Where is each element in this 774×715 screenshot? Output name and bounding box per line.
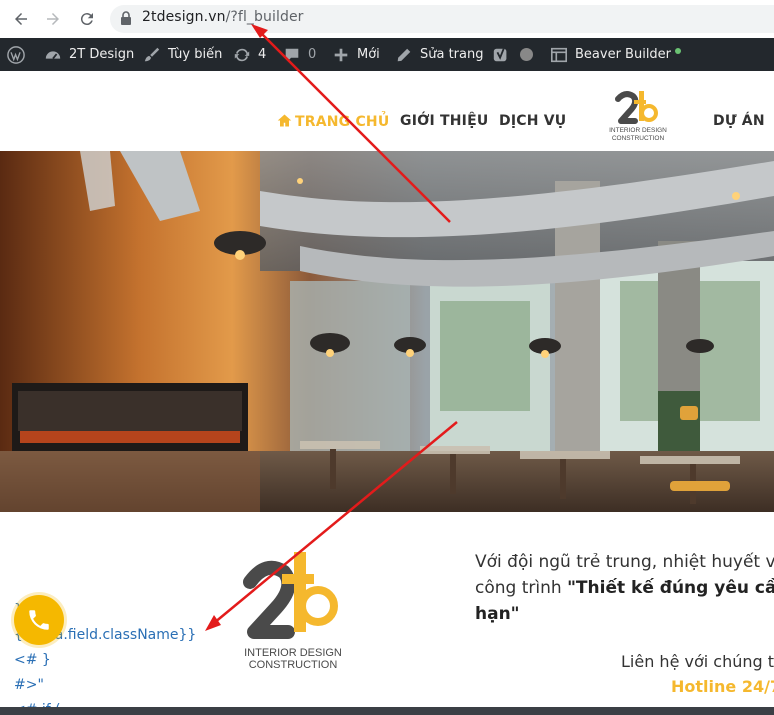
content-logo-line2: CONSTRUCTION <box>249 659 338 671</box>
seo-score-dot-icon <box>520 48 533 61</box>
browser-toolbar: 2tdesign.vn/?fl_builder <box>0 0 774 38</box>
plus-icon <box>334 48 348 61</box>
wp-logo-menu[interactable] <box>7 38 32 71</box>
beaver-builder-label: Beaver Builder <box>575 47 672 62</box>
wp-admin-bar: 2T Design Tùy biến 4 0 Mới Sửa trang Bea… <box>0 38 774 71</box>
yoast-seo-menu[interactable] <box>492 38 510 71</box>
edit-page-menu[interactable]: Sửa trang <box>395 38 484 71</box>
forward-button[interactable] <box>42 8 64 30</box>
content-logo: INTERIOR DESIGN CONSTRUCTION <box>243 552 342 671</box>
header-logo-line1: INTERIOR DESIGN <box>609 127 667 134</box>
phone-icon <box>29 610 49 630</box>
hero-image <box>0 151 774 512</box>
pencil-icon <box>397 48 411 61</box>
url-host: 2tdesign.vn <box>142 9 226 25</box>
new-label: Mới <box>357 47 380 62</box>
intro-line-2-prefix: công trình <box>475 578 568 598</box>
comments-menu[interactable]: 0 <box>283 38 316 71</box>
content-logo-line1: INTERIOR DESIGN <box>244 647 342 659</box>
url-text[interactable]: 2tdesign.vn/?fl_builder <box>142 9 304 25</box>
nav-projects[interactable]: DỰ ÁN <box>713 113 765 129</box>
nav-about[interactable]: GIỚI THIỆU <box>400 113 488 129</box>
beaver-builder-menu[interactable]: Beaver Builder <box>550 38 682 71</box>
nav-home-label: TRANG CHỦ <box>295 114 390 130</box>
intro-paragraph: Với đội ngũ trẻ trung, nhiệt huyết và t … <box>475 549 774 627</box>
updates-icon <box>234 48 250 61</box>
intro-line-2: công trình "Thiết kế đúng yêu cầu - <box>475 575 774 601</box>
comments-count: 0 <box>308 47 317 62</box>
back-arrow-icon <box>15 13 27 25</box>
dashboard-gauge-icon <box>45 50 61 59</box>
home-icon <box>277 114 292 127</box>
contact-text: Liên hệ với chúng tô <box>621 652 774 671</box>
intro-line-3: hạn" <box>475 601 774 627</box>
site-header: TRANG CHỦ GIỚI THIỆU DỊCH VỤ INTERIOR DE… <box>0 71 774 151</box>
url-path: /?fl_builder <box>225 9 304 25</box>
intro-line-1: Với đội ngũ trẻ trung, nhiệt huyết và t <box>475 552 774 572</box>
intro-line-3-bold: hạn" <box>475 604 520 624</box>
new-content-menu[interactable]: Mới <box>332 38 380 71</box>
customize-label: Tùy biến <box>168 47 223 62</box>
builder-layout-icon <box>550 47 568 62</box>
edit-page-label: Sửa trang <box>420 47 484 62</box>
wordpress-icon <box>7 45 25 64</box>
site-logo[interactable]: INTERIOR DESIGN CONSTRUCTION <box>608 87 668 143</box>
reload-icon <box>80 13 93 26</box>
restaurant-interior-illustration <box>0 151 774 512</box>
nav-services[interactable]: DỊCH VỤ <box>499 113 566 129</box>
intro-line-2-bold: "Thiết kế đúng yêu cầu - <box>567 578 774 598</box>
lock-icon <box>121 11 131 25</box>
forward-arrow-icon <box>47 13 59 25</box>
updates-count: 4 <box>258 47 267 62</box>
updates-menu[interactable]: 4 <box>233 38 266 71</box>
yoast-icon <box>493 47 507 61</box>
call-button[interactable] <box>14 595 64 645</box>
hotline-text[interactable]: Hotline 24/7 <box>671 677 774 696</box>
comment-bubble-icon <box>285 48 299 61</box>
back-button[interactable] <box>10 8 32 30</box>
header-logo-line2: CONSTRUCTION <box>612 135 665 142</box>
code-line-3: <# } <box>14 652 51 668</box>
code-line-4: #>" <box>14 677 44 693</box>
seo-score-indicator <box>520 38 533 71</box>
os-taskbar <box>0 707 774 715</box>
site-name-menu[interactable]: 2T Design <box>44 38 134 71</box>
nav-home[interactable]: TRANG CHỦ <box>277 113 389 130</box>
page-content: INTERIOR DESIGN CONSTRUCTION Với đội ngũ… <box>0 512 774 715</box>
brush-icon <box>144 47 160 61</box>
builder-status-dot <box>675 47 682 54</box>
customize-menu[interactable]: Tùy biến <box>143 38 222 71</box>
reload-button[interactable] <box>76 8 98 30</box>
site-name-label: 2T Design <box>69 47 135 62</box>
